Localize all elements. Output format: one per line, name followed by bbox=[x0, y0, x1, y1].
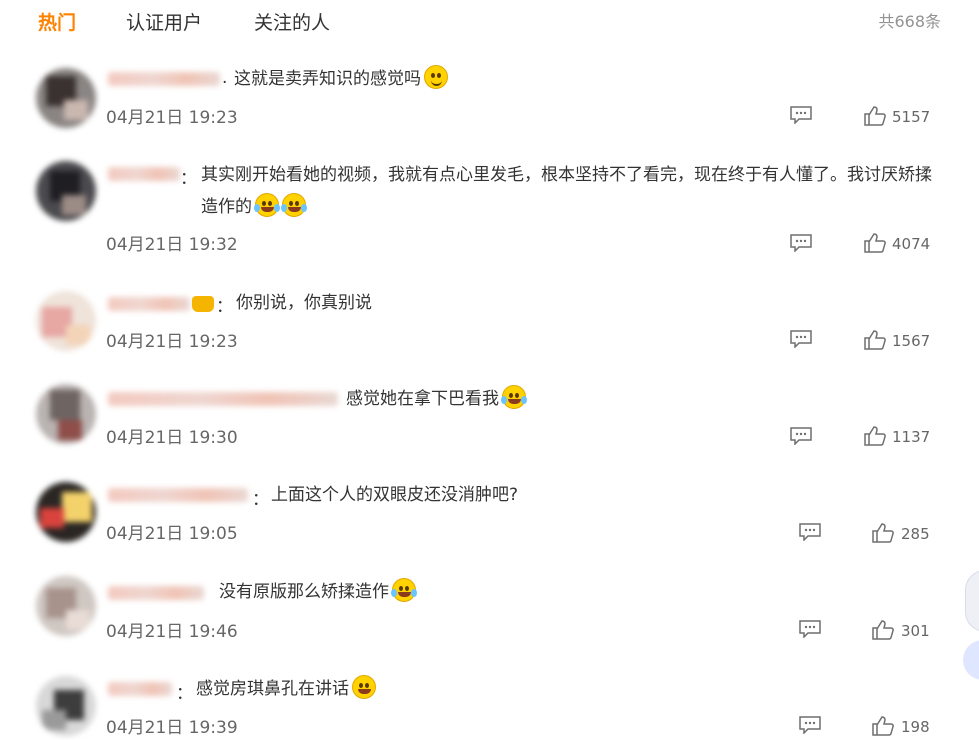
username[interactable] bbox=[108, 488, 248, 502]
vip-badge-icon bbox=[192, 296, 214, 312]
comment-text: 你别说，你真别说 bbox=[236, 293, 372, 313]
thumbs-up-icon[interactable] bbox=[872, 620, 894, 640]
smile-emoji-icon bbox=[424, 65, 448, 89]
name-separator: ： bbox=[252, 490, 269, 510]
floating-action-button[interactable] bbox=[963, 640, 979, 680]
name-separator: ： bbox=[180, 169, 197, 189]
like-count: 5157 bbox=[892, 108, 931, 126]
tab-verified-users[interactable]: 认证用户 bbox=[126, 8, 202, 35]
laugh-cry-emoji-icon bbox=[391, 578, 417, 602]
comment-time: 04月21日 19:39 bbox=[106, 718, 238, 738]
username[interactable] bbox=[108, 297, 190, 311]
comment-time: 04月21日 19:23 bbox=[106, 332, 238, 352]
avatar[interactable] bbox=[36, 68, 96, 128]
comment-text: 感觉房琪鼻孔在讲话 bbox=[196, 673, 376, 705]
side-scroll-handle[interactable] bbox=[965, 570, 979, 632]
name-separator: . bbox=[222, 68, 228, 88]
like-count: 1567 bbox=[892, 332, 931, 350]
comment-text: 上面这个人的双眼皮还没消肿吧? bbox=[271, 485, 519, 505]
comment-text: 没有原版那么矫揉造作 bbox=[219, 576, 417, 608]
comment-text: 其实刚开始看她的视频，我就有点心里发毛，根本坚持不了看完，现在终于有人懂了。我讨… bbox=[201, 165, 932, 217]
reply-icon[interactable] bbox=[790, 427, 812, 446]
thumbs-up-icon[interactable] bbox=[864, 330, 886, 350]
tab-hot[interactable]: 热门 bbox=[38, 8, 76, 35]
reply-icon[interactable] bbox=[799, 523, 821, 542]
username[interactable] bbox=[108, 72, 220, 86]
thumbs-up-icon[interactable] bbox=[872, 523, 894, 543]
comment-time: 04月21日 19:23 bbox=[106, 108, 238, 128]
comment-time: 04月21日 19:30 bbox=[106, 428, 238, 448]
avatar[interactable] bbox=[36, 161, 96, 221]
name-separator: ： bbox=[216, 297, 233, 317]
laughing-emoji-icon bbox=[352, 675, 376, 699]
like-count: 301 bbox=[901, 622, 930, 640]
thumbs-up-icon[interactable] bbox=[864, 233, 886, 253]
reply-icon[interactable] bbox=[799, 716, 821, 735]
like-count: 198 bbox=[901, 718, 930, 736]
avatar[interactable] bbox=[36, 576, 96, 636]
username[interactable] bbox=[108, 586, 204, 600]
comment-time: 04月21日 19:32 bbox=[106, 235, 238, 255]
comment-filter-tabs: 热门 认证用户 关注的人 共668条 bbox=[0, 0, 979, 40]
reply-icon[interactable] bbox=[790, 330, 812, 349]
avatar[interactable] bbox=[36, 676, 96, 736]
comment-text: 感觉她在拿下巴看我 bbox=[346, 383, 527, 415]
like-count: 285 bbox=[901, 525, 930, 543]
thumbs-up-icon[interactable] bbox=[864, 106, 886, 126]
tab-following[interactable]: 关注的人 bbox=[254, 8, 330, 35]
comment-time: 04月21日 19:46 bbox=[106, 622, 238, 642]
thumbs-up-icon[interactable] bbox=[864, 426, 886, 446]
avatar[interactable] bbox=[36, 482, 96, 542]
comment-text: 这就是卖弄知识的感觉吗 bbox=[234, 63, 448, 95]
name-separator: ： bbox=[176, 684, 193, 704]
like-count: 4074 bbox=[892, 235, 931, 253]
avatar[interactable] bbox=[36, 384, 96, 444]
avatar[interactable] bbox=[36, 291, 96, 351]
like-count: 1137 bbox=[892, 428, 931, 446]
laugh-cry-emoji-icon bbox=[501, 385, 527, 409]
reply-icon[interactable] bbox=[799, 620, 821, 639]
thumbs-up-icon[interactable] bbox=[872, 716, 894, 736]
laugh-cry-emoji-icon bbox=[281, 193, 307, 217]
reply-icon[interactable] bbox=[790, 234, 812, 253]
username[interactable] bbox=[108, 167, 180, 181]
comment-time: 04月21日 19:05 bbox=[106, 524, 238, 544]
reply-icon[interactable] bbox=[790, 106, 812, 125]
comment-total-count: 共668条 bbox=[878, 12, 941, 31]
username[interactable] bbox=[108, 682, 172, 696]
username[interactable] bbox=[108, 392, 338, 406]
laugh-cry-emoji-icon bbox=[254, 193, 280, 217]
